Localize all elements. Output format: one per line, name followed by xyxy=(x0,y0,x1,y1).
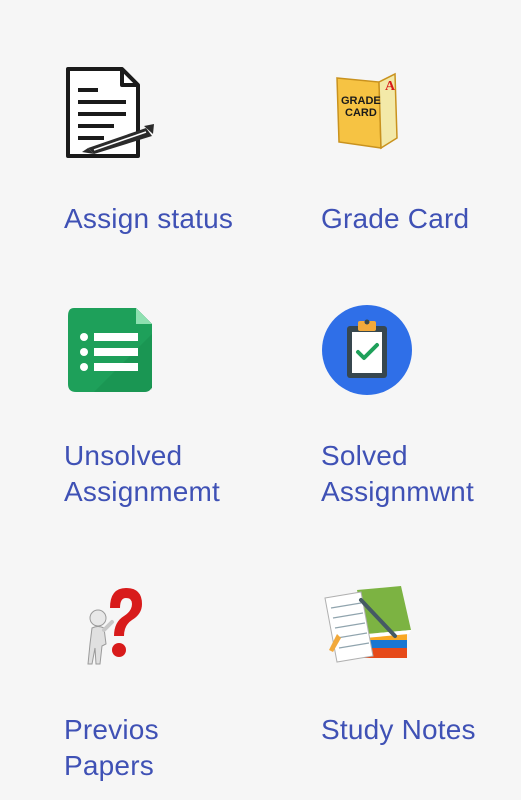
menu-grid: Assign status GRADE CARD A Grade Card Un… xyxy=(0,0,521,800)
unsolved-assignment-label: Unsolved Assignmemt xyxy=(64,440,221,507)
study-notes-label: Study Notes xyxy=(321,714,476,745)
grade-card-icon-text: GRADE xyxy=(341,95,381,107)
svg-text:CARD: CARD xyxy=(345,107,377,119)
solved-assignment-label: Solved Assignmwnt xyxy=(321,440,474,507)
assign-status-label: Assign status xyxy=(64,203,234,234)
previous-papers-label: Previos Papers xyxy=(64,714,159,781)
document-pen-icon xyxy=(64,66,156,158)
grade-card-icon: GRADE CARD A xyxy=(321,66,413,158)
grade-card-label: Grade Card xyxy=(321,203,470,234)
question-figure-icon xyxy=(64,578,156,670)
clipboard-check-icon xyxy=(321,304,413,396)
books-notes-icon xyxy=(321,578,413,670)
svg-text:A: A xyxy=(385,79,396,94)
list-sheet-icon xyxy=(64,304,156,396)
